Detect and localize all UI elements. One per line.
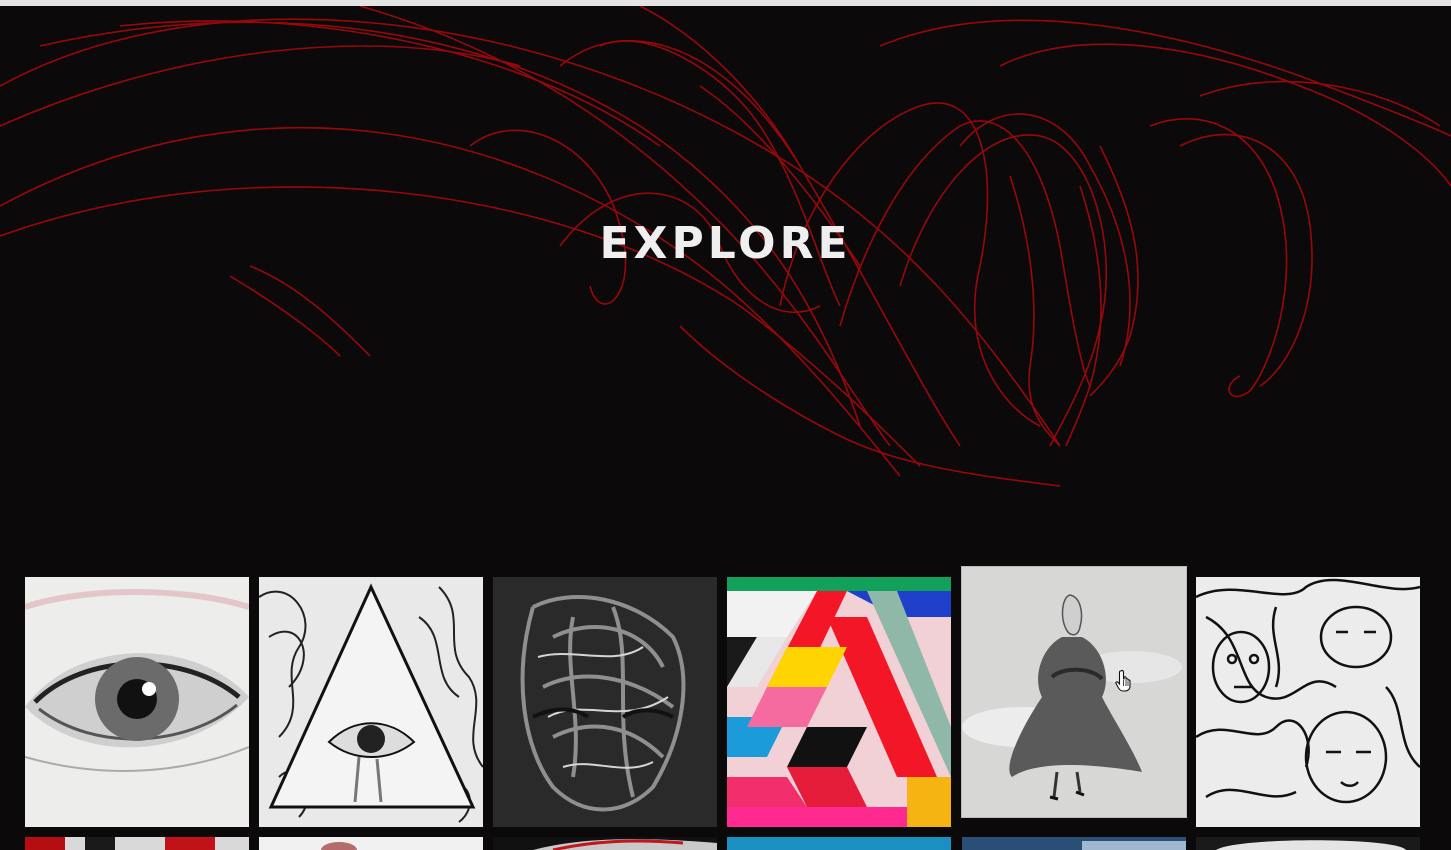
geometric-color-artwork[interactable]	[727, 577, 951, 827]
gallery-tile-row2-3-image	[493, 837, 717, 850]
tangled-face-image	[493, 577, 717, 827]
gallery-tile-row2-2-image	[259, 837, 483, 850]
woman-in-coat-image	[962, 567, 1186, 817]
gallery-tile-row2-5[interactable]	[962, 837, 1186, 850]
gallery-tile-row2-6[interactable]	[1196, 837, 1420, 850]
geometric-color-image	[727, 577, 951, 827]
gallery-tile-row2-5-image	[962, 837, 1186, 850]
tangled-face-artwork[interactable]	[493, 577, 717, 827]
line-faces-artwork[interactable]	[1196, 577, 1420, 827]
eye-sketch-image	[25, 577, 249, 827]
gallery-tile-row2-4[interactable]	[727, 837, 951, 850]
eye-sketch-artwork[interactable]	[25, 577, 249, 827]
gallery-tile-row2-4-image	[727, 837, 951, 850]
line-faces-image	[1196, 577, 1420, 827]
artwork-gallery	[0, 0, 1451, 850]
gallery-tile-row2-2[interactable]	[259, 837, 483, 850]
gallery-tile-row2-1-image	[25, 837, 249, 850]
gallery-tile-row2-6-image	[1196, 837, 1420, 850]
triangle-eye-image	[259, 577, 483, 827]
woman-in-coat-artwork[interactable]	[962, 567, 1186, 817]
gallery-tile-row2-1[interactable]	[25, 837, 249, 850]
triangle-eye-artwork[interactable]	[259, 577, 483, 827]
gallery-tile-row2-3[interactable]	[493, 837, 717, 850]
